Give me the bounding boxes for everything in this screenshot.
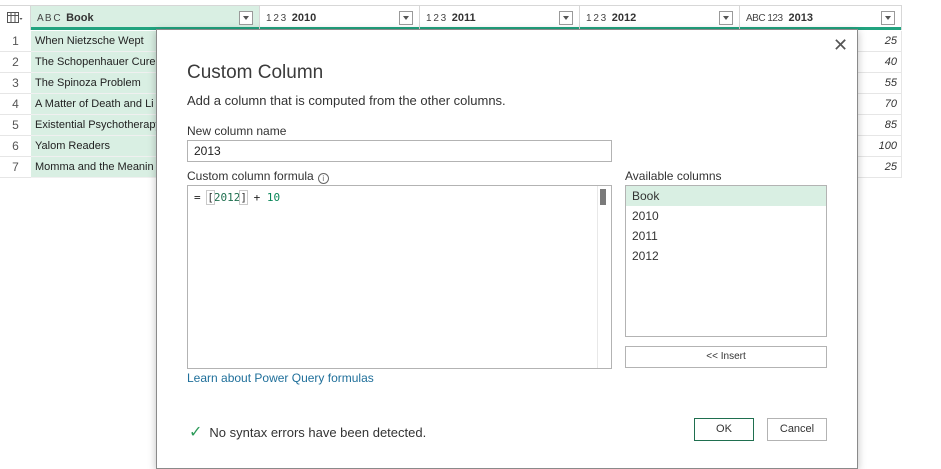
book-cell[interactable]: A Matter of Death and Li [31, 94, 156, 115]
grid-header-row: A B C Book 1 2 3 2010 1 2 3 2011 1 2 3 2… [0, 5, 902, 30]
dialog-title: Custom Column [187, 62, 324, 83]
cancel-button[interactable]: Cancel [767, 418, 827, 441]
book-cell[interactable]: Momma and the Meanin [31, 157, 156, 178]
filter-dropdown-icon[interactable] [239, 11, 253, 25]
column-header-label: Book [66, 12, 94, 24]
available-column-2012[interactable]: 2012 [626, 246, 826, 266]
formula-scroll-thumb[interactable] [600, 189, 606, 205]
table-row[interactable]: 7 Momma and the Meanin [0, 157, 156, 178]
text-type-icon[interactable]: A B C [37, 13, 61, 24]
book-cell[interactable]: Existential Psychotherapy [31, 115, 156, 136]
syntax-status-text: No syntax errors have been detected. [209, 424, 427, 440]
column-header-label: 2013 [788, 12, 814, 24]
table-row[interactable]: 3 The Spinoza Problem [0, 73, 156, 94]
row-number: 3 [0, 73, 31, 94]
formula-bracket-close: ] [239, 190, 248, 205]
column-header-2013[interactable]: ABC 123 2013 [740, 5, 902, 30]
table-row[interactable]: 2 The Schopenhauer Cure [0, 52, 156, 73]
info-icon[interactable]: i [317, 173, 329, 184]
value-2013-cell[interactable]: 100 [857, 136, 902, 157]
table-row[interactable]: 5 Existential Psychotherapy [0, 115, 156, 136]
row-number: 1 [0, 31, 31, 52]
filter-dropdown-icon[interactable] [399, 11, 413, 25]
formula-bracket-open: [ [206, 190, 215, 205]
new-column-name-input[interactable]: 2013 [187, 140, 612, 162]
available-columns-list[interactable]: Book 2010 2011 2012 [625, 185, 827, 337]
book-cell[interactable]: The Schopenhauer Cure [31, 52, 156, 73]
table-row[interactable]: 6 Yalom Readers [0, 136, 156, 157]
custom-column-dialog: ✕ Custom Column Add a column that is com… [156, 29, 858, 469]
ok-button[interactable]: OK [694, 418, 754, 441]
number-type-icon[interactable]: 1 2 3 [586, 13, 606, 24]
table-row[interactable]: 1 When Nietzsche Wept [0, 31, 156, 52]
row-number: 7 [0, 157, 31, 178]
formula-scrollbar[interactable] [597, 186, 611, 368]
table-menu-icon[interactable] [0, 5, 31, 30]
new-column-name-label: New column name [187, 124, 287, 138]
number-type-icon[interactable]: 1 2 3 [266, 13, 286, 24]
available-column-book[interactable]: Book [626, 186, 826, 206]
value-2013-cell[interactable]: 85 [857, 115, 902, 136]
filter-dropdown-icon[interactable] [719, 11, 733, 25]
row-number: 6 [0, 136, 31, 157]
dialog-subtitle: Add a column that is computed from the o… [187, 93, 506, 108]
column-header-2010[interactable]: 1 2 3 2010 [260, 5, 420, 30]
syntax-status: ✓ No syntax errors have been detected. [189, 422, 426, 442]
value-2013-cell[interactable]: 25 [857, 157, 902, 178]
column-header-book[interactable]: A B C Book [31, 5, 260, 30]
close-icon[interactable]: ✕ [833, 36, 848, 54]
formula-number: 10 [266, 191, 281, 204]
any-type-icon[interactable]: ABC 123 [746, 13, 783, 24]
column-header-label: 2011 [451, 12, 476, 24]
formula-label: Custom column formula [187, 169, 314, 183]
book-cell[interactable]: Yalom Readers [31, 136, 156, 157]
book-cell[interactable]: The Spinoza Problem [31, 73, 156, 94]
formula-text[interactable]: = [2012] + 10 [194, 190, 281, 205]
insert-button[interactable]: << Insert [625, 346, 827, 368]
value-2013-cell[interactable]: 40 [857, 52, 902, 73]
row-number: 4 [0, 94, 31, 115]
row-number: 2 [0, 52, 31, 73]
formula-column-ref: 2012 [213, 191, 241, 204]
formula-label-wrap: Custom column formula i [187, 169, 329, 184]
column-header-2011[interactable]: 1 2 3 2011 [420, 5, 580, 30]
available-column-2010[interactable]: 2010 [626, 206, 826, 226]
column-header-label: 2010 [291, 12, 317, 24]
number-type-icon[interactable]: 1 2 3 [426, 13, 446, 24]
formula-operator: + [247, 191, 267, 204]
table-icon [7, 12, 23, 23]
formula-prefix: = [194, 191, 208, 204]
book-cell[interactable]: When Nietzsche Wept [31, 31, 156, 52]
column-header-label: 2012 [611, 12, 637, 24]
formula-editor[interactable]: = [2012] + 10 [187, 185, 612, 369]
filter-dropdown-icon[interactable] [881, 11, 895, 25]
filter-dropdown-icon[interactable] [559, 11, 573, 25]
available-column-2011[interactable]: 2011 [626, 226, 826, 246]
learn-formulas-link[interactable]: Learn about Power Query formulas [187, 371, 374, 385]
value-2013-cell[interactable]: 55 [857, 73, 902, 94]
value-2013-cell[interactable]: 25 [857, 31, 902, 52]
table-row[interactable]: 4 A Matter of Death and Li [0, 94, 156, 115]
column-header-2012[interactable]: 1 2 3 2012 [580, 5, 740, 30]
row-number: 5 [0, 115, 31, 136]
available-columns-label: Available columns [625, 169, 722, 183]
value-2013-cell[interactable]: 70 [857, 94, 902, 115]
checkmark-icon: ✓ [189, 424, 203, 441]
